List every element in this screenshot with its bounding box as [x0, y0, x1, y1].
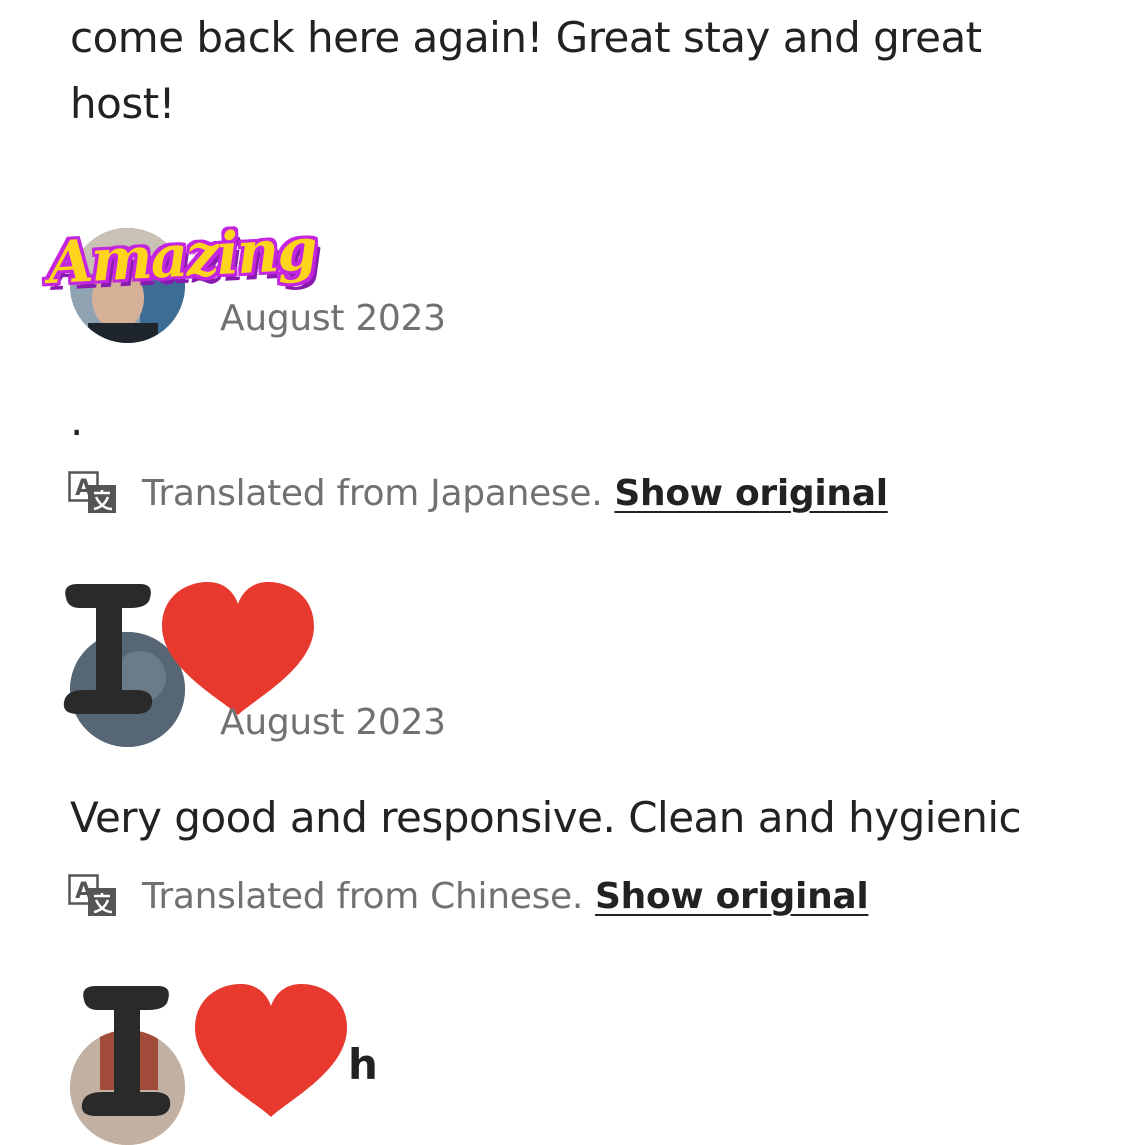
translation-note: Translated from Chinese.	[142, 875, 584, 917]
i-letter-sticker	[58, 578, 158, 718]
show-original-link[interactable]: Show original	[595, 876, 869, 917]
review-text-line-1: come back here again! Great stay and gre…	[70, 13, 982, 62]
heart-icon	[162, 582, 314, 715]
translate-icon: A	[68, 471, 116, 513]
i-letter-shape	[63, 584, 153, 714]
translation-note: Translated from Japanese.	[142, 472, 603, 514]
amazing-sticker: Amazing	[46, 215, 318, 297]
i-letter-sticker	[76, 980, 176, 1120]
heart-sticker	[186, 982, 356, 1122]
review-text: .	[70, 396, 83, 445]
review-text-continued: come back here again! Great stay and gre…	[70, 5, 1070, 137]
heart-sticker	[158, 580, 318, 720]
review-text: Very good and responsive. Clean and hygi…	[70, 793, 1022, 842]
heart-icon	[195, 984, 347, 1117]
review-date: August 2023	[220, 298, 446, 339]
show-original-link[interactable]: Show original	[614, 473, 888, 514]
reviewer-name-partial: h	[348, 1040, 378, 1089]
review-date: August 2023	[220, 702, 446, 743]
i-letter-shape	[81, 986, 171, 1116]
translation-row: A Translated from Japanese. Show origina…	[68, 465, 888, 521]
translation-row: A Translated from Chinese. Show original	[68, 868, 869, 924]
review-text-line-2: host!	[70, 79, 176, 128]
translate-icon: A	[68, 874, 116, 916]
